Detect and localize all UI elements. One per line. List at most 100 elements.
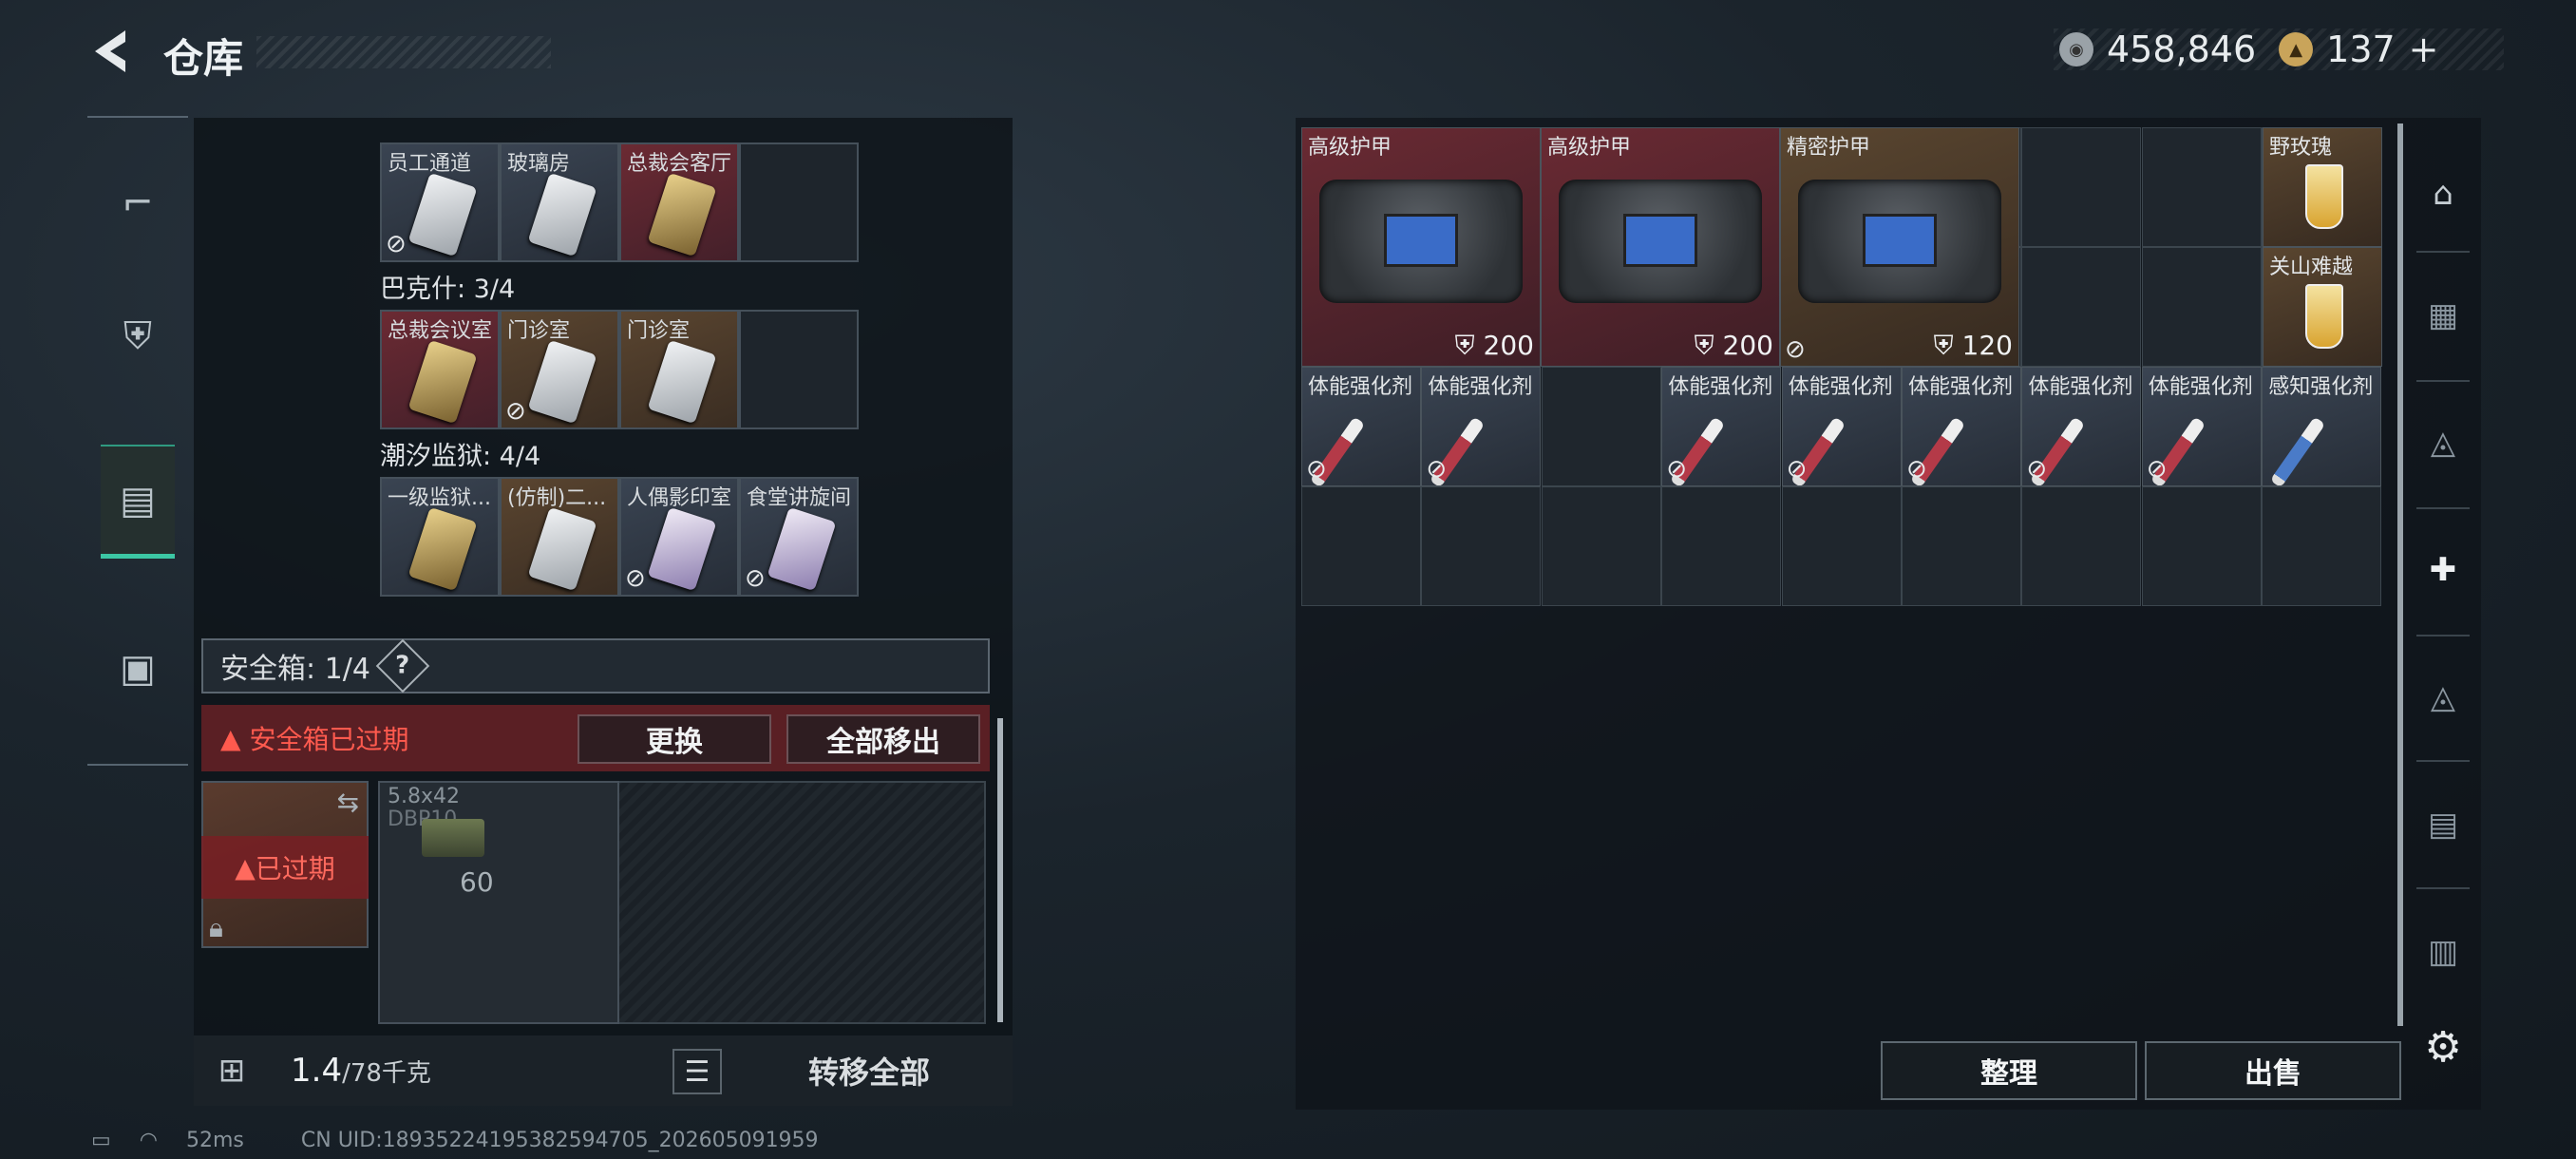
- injector-item[interactable]: 体能强化剂 ⊘: [2021, 367, 2142, 486]
- stash-cell[interactable]: [2262, 486, 2382, 606]
- stash-cell[interactable]: [2141, 127, 2262, 247]
- silver-coin-icon: ◉: [2059, 32, 2093, 66]
- armor-item[interactable]: 精密护甲 ⊘ ⛨ 120: [1780, 127, 2019, 367]
- no-carry-icon: ⊘: [1426, 455, 1448, 484]
- keycard-slot[interactable]: 员工通道 ⊘: [380, 142, 500, 262]
- stash-cell[interactable]: [1541, 367, 1661, 486]
- group-label-prison: 潮汐监狱: 4/4: [380, 442, 541, 471]
- stash-cell[interactable]: [1902, 486, 2021, 606]
- no-carry-icon: ⊘: [386, 230, 407, 258]
- back-icon[interactable]: [84, 25, 137, 78]
- armor-bag-icon: [1319, 180, 1523, 303]
- armor-bag-icon: [1798, 180, 2001, 303]
- help-button[interactable]: ?: [375, 638, 430, 694]
- empty-slot[interactable]: [739, 310, 859, 429]
- lock-icon: 🔒︎: [209, 912, 223, 943]
- no-carry-icon: ⊘: [1306, 455, 1327, 484]
- stash-cell[interactable]: [1661, 486, 1782, 606]
- weight-bar: ⊞ 1.4/78千克 ☰ 转移全部: [194, 1036, 1013, 1106]
- drink-item[interactable]: 关山难越: [2263, 247, 2382, 367]
- safebox-bar: 安全箱: 1/4 ?: [201, 638, 990, 694]
- armor-tab-icon[interactable]: ⛨: [101, 279, 175, 393]
- box-expired-label: ▲ 已过期: [201, 836, 369, 899]
- keycard-slot[interactable]: 总裁会客厅: [619, 142, 739, 262]
- injector-item[interactable]: 体能强化剂 ⊘: [1781, 367, 1902, 486]
- safebox-expired-text: 安全箱已过期: [249, 724, 409, 755]
- gold-amount: 137: [2326, 28, 2396, 70]
- move-all-button[interactable]: 全部移出: [786, 714, 980, 764]
- backpack-tab-icon[interactable]: ▤: [101, 445, 175, 559]
- list-icon[interactable]: ☰: [672, 1049, 722, 1094]
- sort-button[interactable]: 整理: [1881, 1041, 2137, 1100]
- injector-item[interactable]: 体能强化剂 ⊘: [1421, 367, 1542, 486]
- no-carry-icon: ⊘: [1786, 455, 1808, 484]
- armor-bag-icon: [1559, 180, 1762, 303]
- no-carry-icon: ⊘: [1906, 455, 1927, 484]
- add-currency-button[interactable]: +: [2409, 28, 2439, 70]
- container-icon[interactable]: ◬: [2413, 412, 2473, 473]
- stash-cell[interactable]: [1541, 486, 1661, 606]
- left-scrollbar[interactable]: [997, 718, 1003, 1022]
- uid-text: CN UID:1893522419538259470​5_20260509195…: [300, 1129, 819, 1152]
- stash-cell[interactable]: [2141, 486, 2262, 606]
- stash-tab-icon[interactable]: ⌂: [2413, 163, 2473, 224]
- container-v-icon[interactable]: ▥: [2413, 922, 2473, 982]
- ammo-count: 60: [460, 866, 494, 898]
- add-container-icon[interactable]: ✚: [2413, 540, 2473, 600]
- stash-cell[interactable]: [1781, 486, 1902, 606]
- keycard-slot[interactable]: 门诊室: [619, 310, 739, 429]
- keycard-slot[interactable]: 总裁会议室: [380, 310, 500, 429]
- page-title: 仓库: [163, 35, 244, 82]
- no-carry-icon: ⊘: [625, 564, 646, 593]
- warning-icon: ▲: [220, 722, 250, 754]
- armor-item[interactable]: 高级护甲 ⛨ 200: [1541, 127, 1780, 367]
- stash-cell[interactable]: [2021, 486, 2142, 606]
- header-decor: [256, 36, 551, 68]
- transfer-all-button[interactable]: 转移全部: [731, 1043, 1007, 1098]
- container-iv-icon[interactable]: ▦: [2413, 285, 2473, 346]
- no-carry-icon: ⊘: [505, 397, 526, 426]
- keycard-slot[interactable]: 玻璃房: [500, 142, 619, 262]
- injector-item[interactable]: 体能强化剂 ⊘: [2141, 367, 2262, 486]
- injector-item[interactable]: 感知强化剂: [2262, 367, 2382, 486]
- drink-icon: [2305, 284, 2343, 349]
- container-ii-icon[interactable]: ◬: [2413, 667, 2473, 728]
- toolbox-tab-icon[interactable]: ▣: [101, 612, 175, 726]
- injector-item[interactable]: 体能强化剂 ⊘: [1661, 367, 1782, 486]
- swap-icon[interactable]: ⇆: [337, 787, 359, 818]
- silver-amount: 458,846: [2107, 28, 2257, 70]
- stash-cell[interactable]: [2141, 247, 2262, 367]
- no-carry-icon: ⊘: [2146, 455, 2168, 484]
- keycard-slot[interactable]: 食堂讲旋间 ⊘: [739, 477, 859, 597]
- currency-bar: ◉ 458,846 ▲ 137 +: [2054, 28, 2504, 70]
- weapon-tab-icon[interactable]: ⌐: [101, 146, 175, 260]
- stash-cell[interactable]: [2021, 247, 2142, 367]
- drink-item[interactable]: 野玫瑰: [2263, 127, 2382, 247]
- injector-item[interactable]: 体能强化剂 ⊘: [1902, 367, 2021, 486]
- keycard-slot[interactable]: 门诊室 ⊘: [500, 310, 619, 429]
- weight-lock-icon: ⊞: [218, 1052, 246, 1090]
- right-nav: ⌂ ▦ ◬ ✚ ◬ ▤ ▥ ⚙: [2397, 118, 2487, 1106]
- sell-button[interactable]: 出售: [2145, 1041, 2401, 1100]
- keycard-slot[interactable]: 一级监狱...: [380, 477, 500, 597]
- injector-icon: [2269, 416, 2326, 485]
- gold-coin-icon: ▲: [2279, 32, 2314, 66]
- container-iii-icon[interactable]: ▤: [2413, 794, 2473, 855]
- safebox-label: 安全箱: 1/4: [220, 653, 370, 686]
- stash-cell[interactable]: [1421, 486, 1542, 606]
- ammo-slot[interactable]: 5.8x42 DBP10 60: [378, 781, 619, 1024]
- ping-text: 52ms: [186, 1129, 244, 1152]
- keycard-slot[interactable]: (仿制)二...: [500, 477, 619, 597]
- stash-cell[interactable]: [1301, 486, 1421, 606]
- stash-cell[interactable]: [2021, 127, 2142, 247]
- keycard-slot[interactable]: 人偶影印室 ⊘: [619, 477, 739, 597]
- armor-item[interactable]: 高级护甲 ⛨ 200: [1301, 127, 1541, 367]
- settings-gear-icon[interactable]: ⚙: [2413, 1016, 2473, 1077]
- wifi-icon: ◠: [139, 1129, 158, 1152]
- empty-slot[interactable]: [739, 142, 859, 262]
- no-carry-icon: ⊘: [745, 564, 766, 593]
- battery-icon: ▭: [91, 1129, 111, 1152]
- injector-item[interactable]: 体能强化剂 ⊘: [1301, 367, 1421, 486]
- replace-button[interactable]: 更换: [578, 714, 771, 764]
- status-bar: ▭ ◠ 52ms CN UID:1893522419538259470​5_20…: [91, 1129, 819, 1152]
